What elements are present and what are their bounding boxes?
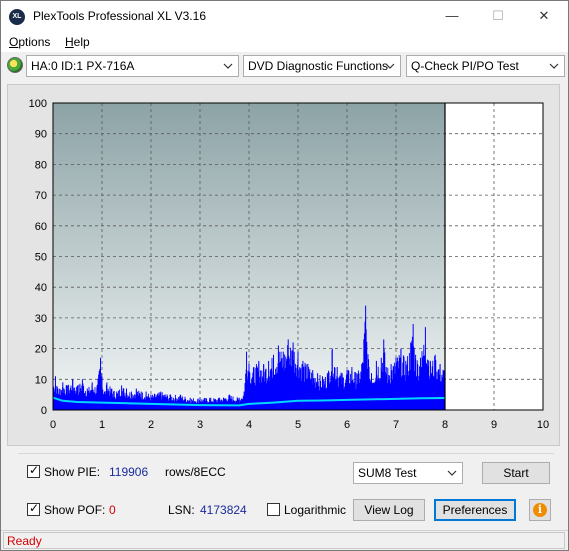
x-tick-label: 8 [442, 419, 448, 431]
logarithmic-checkbox[interactable] [267, 503, 280, 516]
menu-help-rest: elp [73, 35, 90, 49]
toolbar: HA:0 ID:1 PX-716A DVD Diagnostic Functio… [1, 53, 568, 79]
drive-select[interactable]: HA:0 ID:1 PX-716A [26, 55, 239, 77]
menu-options-mnemonic: O [9, 35, 19, 49]
function-select-value: DVD Diagnostic Functions [248, 59, 389, 73]
maximize-button[interactable]: ☐ [475, 1, 521, 31]
title-bar[interactable]: XL PlexTools Professional XL V3.16 — ☐ ✕ [1, 1, 568, 32]
show-pie-checkbox[interactable] [27, 463, 40, 478]
y-tick-label: 90 [35, 129, 47, 141]
control-panel: Show PIE: 119906 rows/8ECC Show POF: 0 L… [18, 453, 554, 525]
lsn-label: LSN: [168, 503, 195, 517]
y-tick-label: 70 [35, 190, 47, 202]
sum-test-select[interactable]: SUM8 Test [353, 462, 463, 484]
lsn-value: 4173824 [200, 503, 247, 517]
chevron-down-icon [549, 63, 559, 69]
y-tick-label: 50 [35, 252, 47, 264]
x-tick-label: 6 [344, 419, 350, 431]
x-tick-label: 4 [246, 419, 252, 431]
status-bar: Ready [1, 530, 568, 550]
x-tick-label: 9 [491, 419, 497, 431]
x-tick-label: 10 [537, 419, 549, 431]
y-tick-label: 0 [41, 405, 47, 417]
app-logo-icon: XL [9, 9, 25, 25]
y-tick-label: 20 [35, 344, 47, 356]
x-tick-label: 5 [295, 419, 301, 431]
chevron-down-icon [223, 63, 233, 69]
preferences-button[interactable]: Preferences [434, 499, 516, 521]
app-window: XL PlexTools Professional XL V3.16 — ☐ ✕… [0, 0, 569, 551]
sum-test-value: SUM8 Test [358, 466, 417, 480]
x-tick-label: 0 [50, 419, 56, 431]
show-pof-label: Show POF: [44, 503, 106, 517]
status-box [3, 532, 565, 549]
status-text: Ready [7, 534, 42, 548]
menu-options[interactable]: Options [9, 35, 50, 49]
y-tick-label: 10 [35, 374, 47, 386]
view-log-button-label: View Log [364, 503, 414, 517]
menu-help[interactable]: Help [65, 35, 90, 49]
info-icon: i [533, 503, 547, 517]
x-tick-label: 3 [197, 419, 203, 431]
y-tick-label: 80 [35, 159, 47, 171]
x-tick-label: 1 [99, 419, 105, 431]
close-button[interactable]: ✕ [521, 1, 567, 31]
test-select[interactable]: Q-Check PI/PO Test [406, 55, 565, 77]
y-tick-label: 30 [35, 313, 47, 325]
preferences-button-label: Preferences [442, 503, 508, 517]
chevron-down-icon [447, 470, 457, 476]
info-button[interactable]: i [529, 499, 551, 521]
start-button-label: Start [503, 466, 529, 480]
chart-panel: 0 10 20 30 40 50 60 70 80 90 100 0 1 2 3 4 5 6 7 8 9 10 [7, 84, 560, 446]
menu-help-mnemonic: H [65, 35, 74, 49]
test-select-value: Q-Check PI/PO Test [411, 59, 519, 73]
y-tick-label: 100 [29, 98, 47, 110]
logarithmic-label: Logarithmic [284, 503, 347, 517]
pie-value: 119906 [109, 465, 149, 479]
menu-options-rest: ptions [18, 35, 51, 49]
y-tick-label: 60 [35, 221, 47, 233]
minimize-button[interactable]: — [429, 1, 475, 31]
chevron-down-icon [385, 63, 395, 69]
show-pie-label: Show PIE: [44, 465, 101, 479]
x-axis: 0 1 2 3 4 5 6 7 8 9 10 [50, 419, 549, 431]
pie-unit: rows/8ECC [165, 465, 226, 479]
disc-drive-icon [7, 57, 23, 73]
x-tick-label: 7 [393, 419, 399, 431]
show-pof-checkbox[interactable] [27, 501, 40, 516]
y-tick-label: 40 [35, 282, 47, 294]
start-button[interactable]: Start [482, 462, 550, 484]
pipo-chart: 0 10 20 30 40 50 60 70 80 90 100 0 1 2 3 4 5 6 7 8 9 10 [29, 98, 549, 431]
window-title: PlexTools Professional XL V3.16 [33, 9, 206, 23]
x-tick-label: 2 [148, 419, 154, 431]
y-axis: 0 10 20 30 40 50 60 70 80 90 100 [29, 98, 47, 417]
view-log-button[interactable]: View Log [353, 499, 425, 521]
function-select[interactable]: DVD Diagnostic Functions [243, 55, 401, 77]
drive-select-value: HA:0 ID:1 PX-716A [31, 59, 135, 73]
menu-bar: Options Help [1, 32, 568, 52]
pof-value: 0 [109, 503, 116, 517]
